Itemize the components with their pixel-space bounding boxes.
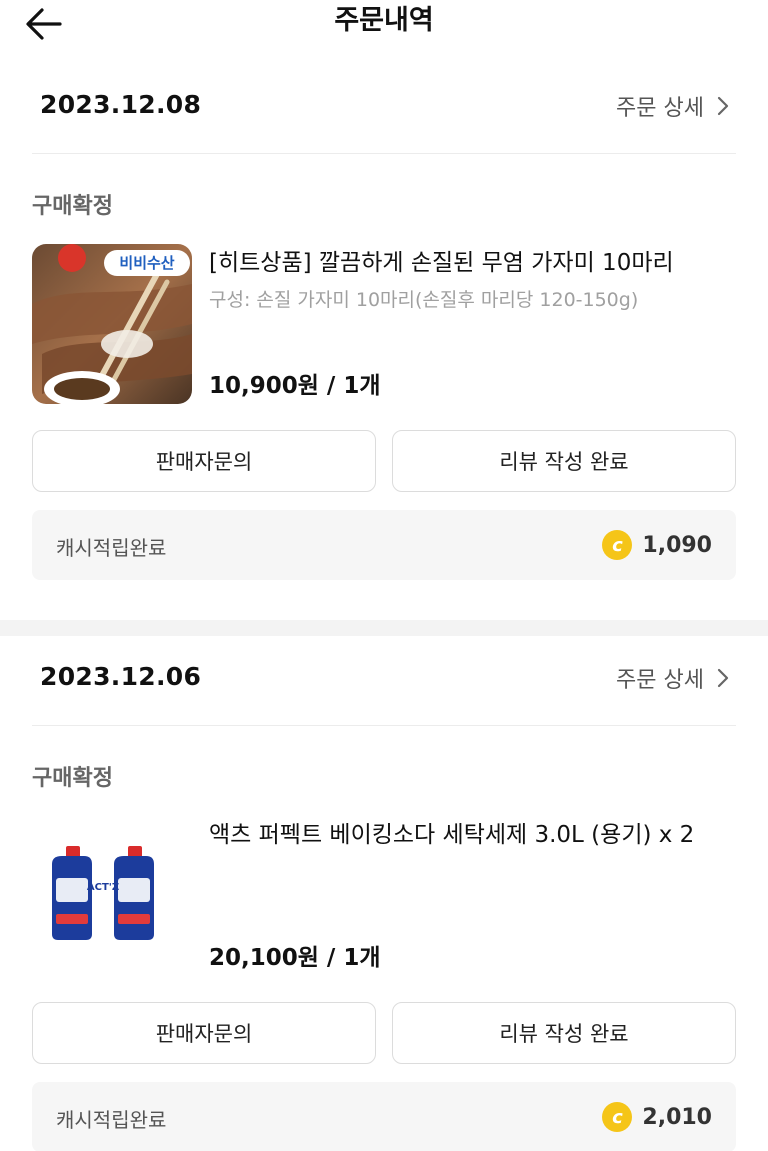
- product-image[interactable]: ACT'Z: [32, 816, 192, 976]
- order-detail-label: 주문 상세: [616, 668, 704, 693]
- order-detail-label: 주문 상세: [616, 96, 704, 121]
- review-complete-button[interactable]: 리뷰 작성 완료: [392, 1002, 736, 1064]
- cash-reward-panel: 캐시적립완료 c 2,010: [32, 1082, 736, 1151]
- page-title: 주문내역: [334, 5, 434, 36]
- coin-icon: c: [602, 530, 633, 560]
- seller-inquiry-button[interactable]: 판매자문의: [32, 430, 376, 492]
- product-option: 구성: 손질 가자미 10마리(손질후 마리당 120-150g): [209, 289, 639, 311]
- coin-icon: c: [602, 1102, 633, 1132]
- chevron-right-icon: [717, 668, 729, 688]
- cash-amount: c 1,090: [602, 530, 712, 560]
- order-header: 2023.12.08 주문 상세: [32, 54, 736, 154]
- chevron-right-icon: [717, 96, 729, 116]
- order-date: 2023.12.08: [40, 90, 202, 119]
- product-price: 10,900원 / 1개: [209, 373, 381, 399]
- cash-value: 1,090: [642, 532, 712, 558]
- order-status: 구매확정: [32, 766, 113, 791]
- order-card: 2023.12.08 주문 상세 구매확정 비비수산 [히트상품] 깔끔하게 손…: [0, 54, 768, 620]
- order-card: 2023.12.06 주문 상세 구매확정 ACT'Z 액츠 퍼펙트 베이킹소다…: [0, 626, 768, 1151]
- cash-label: 캐시적립완료: [56, 536, 167, 560]
- cash-reward-panel: 캐시적립완료 c 1,090: [32, 510, 736, 580]
- order-detail-link[interactable]: 주문 상세: [616, 90, 730, 122]
- product-price: 20,100원 / 1개: [209, 945, 381, 971]
- order-date: 2023.12.06: [40, 662, 202, 691]
- seller-inquiry-button[interactable]: 판매자문의: [32, 1002, 376, 1064]
- order-detail-link[interactable]: 주문 상세: [616, 662, 730, 694]
- cash-amount: c 2,010: [602, 1102, 712, 1132]
- thumb-badge: 비비수산: [119, 254, 175, 272]
- order-status: 구매확정: [32, 194, 113, 219]
- cash-label: 캐시적립완료: [56, 1108, 167, 1132]
- thumb-badge: ACT'Z: [86, 882, 120, 893]
- product-name[interactable]: 액츠 퍼펙트 베이킹소다 세탁세제 3.0L (용기) x 2: [209, 816, 738, 854]
- review-complete-button[interactable]: 리뷰 작성 완료: [392, 430, 736, 492]
- cash-value: 2,010: [642, 1104, 712, 1130]
- product-name[interactable]: [히트상품] 깔끔하게 손질된 무염 가자미 10마리: [209, 244, 738, 282]
- app-header: 주문내역: [0, 0, 768, 54]
- order-header: 2023.12.06 주문 상세: [32, 626, 736, 726]
- product-image[interactable]: 비비수산: [32, 244, 192, 404]
